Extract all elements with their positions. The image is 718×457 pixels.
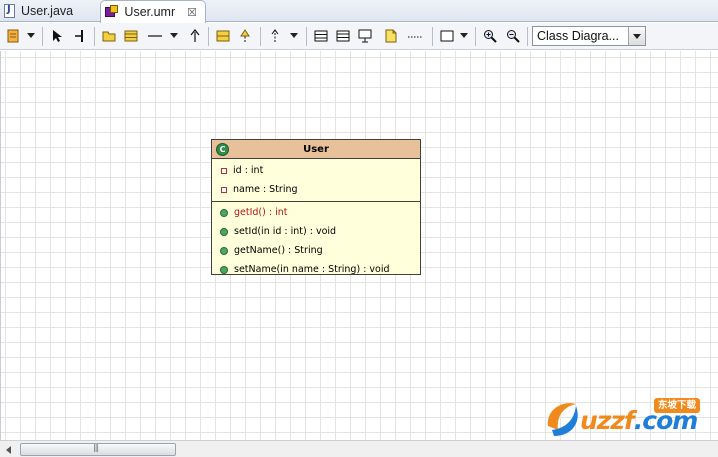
class-name: User — [303, 143, 329, 155]
public-method-icon — [220, 246, 228, 255]
attribute-text: name : String — [233, 184, 298, 195]
uml-class-user[interactable]: C User id : int name : String getId() : … — [211, 139, 421, 275]
tab-label: User.java — [21, 4, 74, 18]
scrollbar-thumb[interactable] — [20, 443, 176, 456]
association-dropdown-icon[interactable] — [170, 33, 178, 38]
tab-user-umr[interactable]: User.umr ☒ — [100, 0, 206, 23]
private-field-icon — [221, 186, 227, 193]
dependency-dropdown-icon[interactable] — [290, 33, 298, 38]
zoom-in-icon[interactable] — [481, 27, 499, 45]
attribute-text: id : int — [233, 165, 264, 176]
datatype-icon[interactable] — [334, 27, 352, 45]
public-method-icon — [220, 227, 228, 236]
tab-user-java[interactable]: User.java — [0, 0, 98, 22]
operation-text: getId() : int — [234, 207, 288, 218]
palette-icon[interactable] — [4, 27, 22, 45]
editor-tab-bar: User.java User.umr ☒ — [0, 0, 718, 23]
operation-row[interactable]: getId() : int — [212, 203, 420, 222]
tab-label: User.umr — [124, 5, 176, 19]
operations-compartment: getId() : int setId(in id : int) : void … — [212, 202, 420, 279]
anchor-tool-icon[interactable] — [70, 27, 88, 45]
operation-row[interactable]: getName() : String — [212, 241, 420, 260]
attributes-compartment: id : int name : String — [212, 159, 420, 202]
select-arrow-icon[interactable] — [48, 27, 66, 45]
rectangle-shape-icon[interactable] — [438, 27, 456, 45]
site-watermark: uzzf.com 东坡下载 — [542, 396, 712, 440]
private-field-icon — [221, 167, 227, 174]
java-file-icon — [4, 4, 15, 18]
dependency-icon[interactable] — [266, 27, 284, 45]
signal-icon[interactable] — [356, 27, 374, 45]
uml-model-icon — [105, 5, 118, 19]
class-icon: C — [216, 143, 229, 156]
operation-row[interactable]: setName(in name : String) : void — [212, 260, 420, 279]
attribute-row[interactable]: id : int — [212, 161, 420, 180]
public-method-icon — [220, 265, 228, 274]
watermark-brand: uzzf — [580, 406, 635, 435]
diagram-toolbar: Class Diagra... — [0, 23, 718, 50]
class-tool-icon[interactable] — [122, 27, 140, 45]
realization-icon[interactable] — [236, 27, 254, 45]
public-method-icon — [220, 208, 228, 217]
operation-row[interactable]: setId(in id : int) : void — [212, 222, 420, 241]
operation-text: setName(in name : String) : void — [234, 264, 390, 275]
close-tab-icon[interactable]: ☒ — [187, 6, 197, 19]
note-icon[interactable] — [382, 27, 400, 45]
operation-text: getName() : String — [234, 245, 323, 256]
package-icon[interactable] — [100, 27, 118, 45]
scroll-left-icon[interactable] — [2, 443, 16, 456]
enumeration-icon[interactable] — [312, 27, 330, 45]
horizontal-scrollbar[interactable] — [0, 440, 718, 457]
association-icon[interactable] — [146, 27, 164, 45]
note-link-icon[interactable] — [406, 27, 424, 45]
watermark-badge: 东坡下载 — [654, 398, 701, 413]
zoom-out-icon[interactable] — [504, 27, 522, 45]
palette-dropdown-icon[interactable] — [27, 33, 35, 38]
generalization-icon[interactable] — [186, 27, 204, 45]
shape-dropdown-icon[interactable] — [460, 33, 468, 38]
attribute-row[interactable]: name : String — [212, 180, 420, 199]
class-header[interactable]: C User — [212, 140, 420, 159]
interface-icon[interactable] — [214, 27, 232, 45]
chevron-down-icon[interactable] — [628, 27, 645, 45]
diagram-canvas[interactable]: C User id : int name : String getId() : … — [0, 51, 718, 440]
operation-text: setId(in id : int) : void — [234, 226, 337, 237]
watermark-logo-icon — [547, 403, 578, 436]
diagram-type-select[interactable]: Class Diagra... — [532, 26, 646, 46]
diagram-type-value: Class Diagra... — [537, 29, 619, 43]
